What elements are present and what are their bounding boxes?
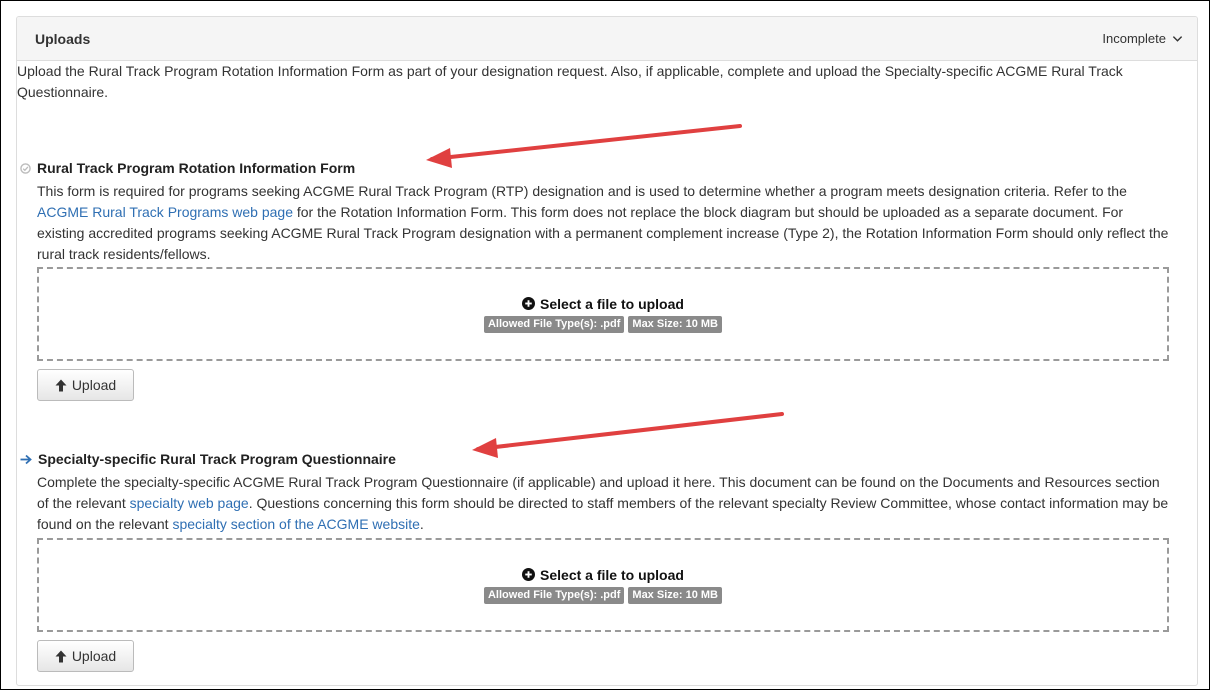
file-type-badge: Allowed File Type(s): .pdf <box>483 586 625 604</box>
upload-button-label: Upload <box>71 648 117 664</box>
arrow-up-icon <box>55 379 67 391</box>
file-constraints: Allowed File Type(s): .pdf Max Size: 10 … <box>483 315 722 333</box>
desc-text: This form is required for programs seeki… <box>37 183 1127 199</box>
upload-button[interactable]: Upload <box>37 369 134 401</box>
max-size-badge: Max Size: 10 MB <box>628 586 722 604</box>
arrow-right-icon <box>20 454 32 464</box>
rtp-web-page-link[interactable]: ACGME Rural Track Programs web page <box>37 204 293 220</box>
file-constraints: Allowed File Type(s): .pdf Max Size: 10 … <box>483 586 722 604</box>
specialty-section-link[interactable]: specialty section of the ACGME website <box>172 516 419 532</box>
arrow-up-icon <box>55 650 67 662</box>
select-file-prompt: Select a file to upload <box>522 296 684 312</box>
desc-text: . <box>419 516 424 532</box>
plus-circle-icon <box>522 568 536 581</box>
file-dropzone[interactable]: Select a file to upload Allowed File Typ… <box>37 538 1169 632</box>
select-file-label: Select a file to upload <box>540 566 684 583</box>
max-size-badge: Max Size: 10 MB <box>628 315 722 333</box>
status-dropdown[interactable]: Incomplete <box>1102 31 1183 46</box>
section-title-label: Rural Track Program Rotation Information… <box>37 160 356 176</box>
circle-check-icon <box>20 162 31 174</box>
panel-title: Uploads <box>35 30 91 47</box>
section-title-questionnaire: Specialty-specific Rural Track Program Q… <box>20 451 396 467</box>
chevron-down-icon <box>1172 36 1183 42</box>
section-description: Complete the specialty-specific ACGME Ru… <box>37 472 1172 535</box>
upload-button-label: Upload <box>71 377 117 393</box>
select-file-label: Select a file to upload <box>540 295 684 312</box>
upload-button[interactable]: Upload <box>37 640 134 672</box>
intro-text: Upload the Rural Track Program Rotation … <box>17 63 1123 100</box>
section-description: This form is required for programs seeki… <box>37 181 1172 265</box>
section-title-label: Specialty-specific Rural Track Program Q… <box>38 451 396 467</box>
select-file-prompt: Select a file to upload <box>522 567 684 583</box>
section-title-rotation-form: Rural Track Program Rotation Information… <box>20 160 355 176</box>
file-type-badge: Allowed File Type(s): .pdf <box>483 315 625 333</box>
status-label: Incomplete <box>1102 31 1166 46</box>
plus-circle-icon <box>522 297 536 310</box>
file-dropzone[interactable]: Select a file to upload Allowed File Typ… <box>37 267 1169 361</box>
panel-header: Uploads Incomplete <box>17 17 1197 61</box>
specialty-web-page-link[interactable]: specialty web page <box>130 495 249 511</box>
